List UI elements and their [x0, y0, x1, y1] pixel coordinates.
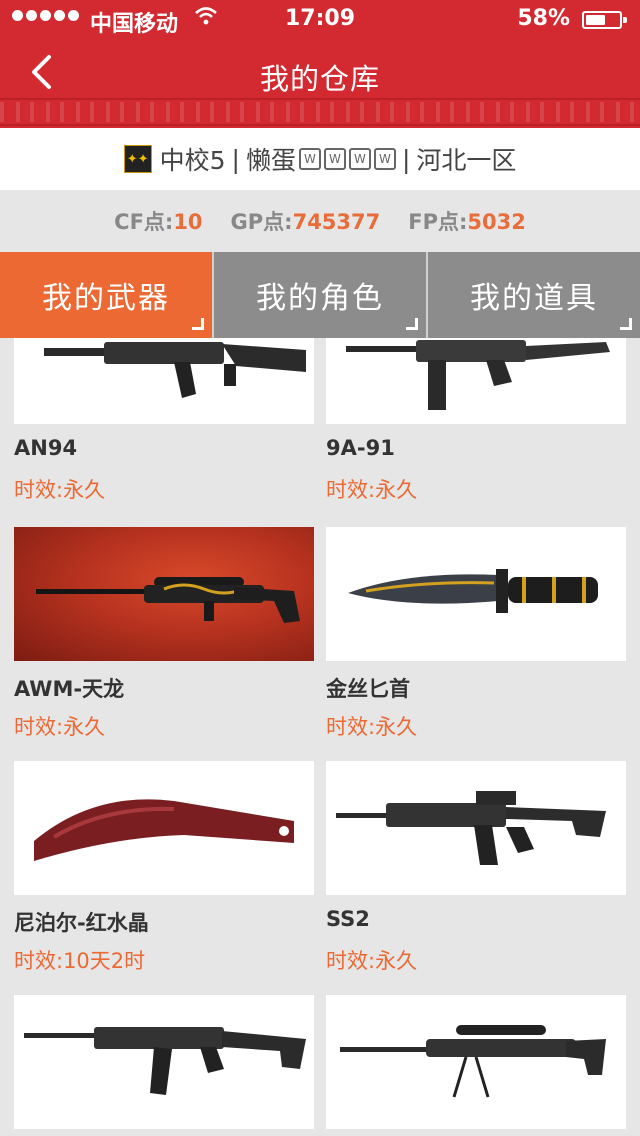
weapon-card[interactable]: [14, 995, 314, 1136]
fret-border: [0, 124, 640, 126]
tab-label: 我的道具: [470, 281, 598, 316]
weapon-name: AWM-天龙: [14, 677, 125, 701]
weapon-image: [326, 995, 626, 1129]
tab-characters[interactable]: 我的角色: [212, 252, 426, 338]
corner-icon: [406, 318, 418, 330]
tab-items[interactable]: 我的道具: [426, 252, 640, 338]
clan-tag-icon: W: [298, 148, 321, 170]
fp-points-value: 5032: [467, 210, 526, 234]
corner-icon: [620, 318, 632, 330]
weapon-image: [14, 761, 314, 895]
weapon-card[interactable]: 尼泊尔-红水晶 时效:10天2时: [14, 761, 314, 975]
weapon-expiry: 时效:永久: [14, 715, 106, 739]
weapon-name: 金丝匕首: [326, 677, 410, 701]
fp-points-label: FP点:: [408, 210, 468, 234]
points-bar: CF点:10 GP点:745377 FP点:5032: [0, 190, 640, 252]
gp-points-value: 745377: [292, 210, 381, 234]
sniper-rifle-icon: [340, 1025, 606, 1098]
weapon-image: [14, 338, 314, 424]
kukri-icon: [34, 799, 294, 861]
clan-tag-icon: W: [348, 148, 371, 170]
fp-points: FP点:5032: [408, 206, 526, 236]
rifle-icon: [346, 340, 610, 410]
rank-badge-icon: ✦✦: [123, 145, 152, 173]
divider: |: [231, 144, 240, 174]
gp-points: GP点:745377: [231, 206, 381, 236]
weapon-expiry: 时效:永久: [326, 949, 418, 973]
tab-label: 我的角色: [256, 281, 384, 316]
cf-points-label: CF点:: [114, 210, 174, 234]
rank-label: 中校5: [159, 146, 226, 175]
gp-points-label: GP点:: [230, 210, 293, 234]
weapon-expiry: 时效:永久: [14, 478, 106, 502]
weapon-name: 尼泊尔-红水晶: [14, 911, 149, 935]
weapon-expiry: 时效:10天2时: [14, 949, 146, 973]
fret-pattern: [0, 102, 640, 122]
weapon-card[interactable]: AN94 时效:永久: [14, 338, 314, 504]
weapon-card[interactable]: SS2 时效:永久: [326, 761, 626, 975]
corner-icon: [192, 318, 204, 330]
category-tabs: 我的武器 我的角色 我的道具: [0, 252, 640, 338]
header: 中国移动 17:09 58% 我的仓库: [0, 0, 640, 128]
clan-tag-icon: W: [323, 148, 346, 170]
knife-icon: [348, 569, 598, 613]
weapon-expiry: 时效:永久: [326, 478, 418, 502]
sniper-rifle-icon: [36, 577, 300, 623]
server-name: 河北一区: [416, 146, 517, 175]
weapon-card[interactable]: 9A-91 时效:永久: [326, 338, 626, 504]
cf-points: CF点:10: [114, 206, 202, 236]
status-bar: 中国移动 17:09 58%: [0, 0, 640, 40]
battery-icon: [582, 11, 627, 29]
player-name: 懒蛋: [245, 146, 296, 175]
weapon-image: [326, 527, 626, 661]
weapon-image: [326, 761, 626, 895]
weapon-card[interactable]: [326, 995, 626, 1136]
weapon-card[interactable]: 金丝匕首 时效:永久: [326, 527, 626, 741]
rifle-icon: [24, 1027, 306, 1095]
weapon-image: [14, 527, 314, 661]
weapon-name: SS2: [326, 907, 370, 931]
tab-label: 我的武器: [42, 281, 170, 316]
rifle-icon: [44, 342, 306, 398]
fret-border: [0, 98, 640, 100]
tab-weapons[interactable]: 我的武器: [0, 252, 212, 338]
nav-bar: 我的仓库: [0, 40, 640, 104]
weapon-name: AN94: [14, 436, 78, 460]
rifle-icon: [336, 791, 606, 865]
profile-bar: ✦✦ 中校5 | 懒蛋 W W W W | 河北一区: [0, 128, 640, 190]
weapon-card[interactable]: AWM-天龙 时效:永久: [14, 527, 314, 741]
page-title: 我的仓库: [259, 62, 380, 96]
weapon-image: [14, 995, 314, 1129]
weapon-name: 9A-91: [326, 436, 395, 460]
battery-percent: 58%: [517, 6, 570, 31]
weapon-grid: AN94 时效:永久 9A-91 时效:永久 AWM-天龙 时效:永久 金丝匕首…: [0, 338, 640, 1136]
weapon-image: [326, 338, 626, 424]
weapon-expiry: 时效:永久: [326, 715, 418, 739]
cf-points-value: 10: [173, 210, 203, 234]
clan-tag-icon: W: [373, 148, 396, 170]
divider: |: [401, 144, 411, 174]
